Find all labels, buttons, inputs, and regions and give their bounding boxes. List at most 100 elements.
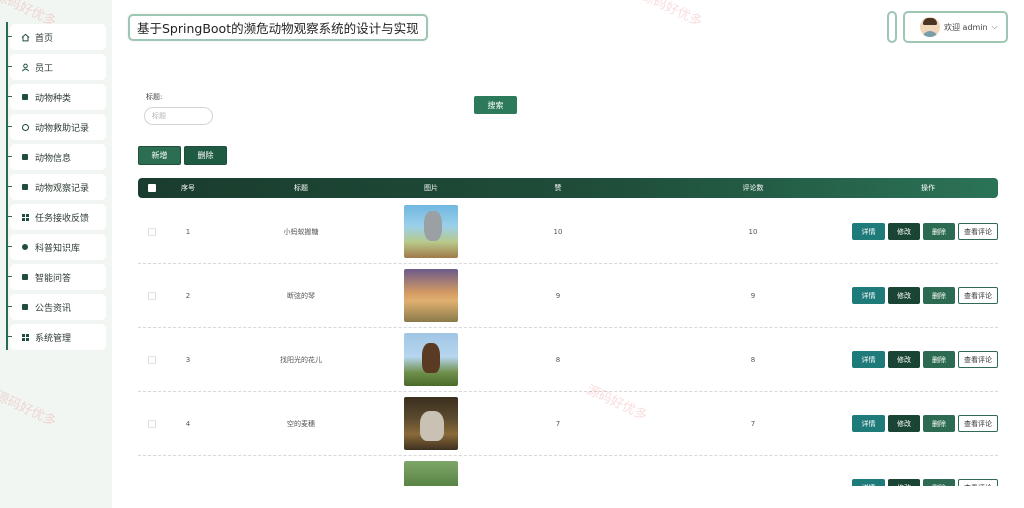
watermark: 源码好优多 [639,0,705,30]
detail-button[interactable]: 详情 [852,479,885,486]
landscape-photo[interactable] [404,461,458,486]
row-checkbox[interactable] [144,328,160,391]
row-actions: 详情 修改 删除 查看评论 [852,328,998,391]
row-image-cell [404,200,458,263]
edit-button[interactable]: 修改 [888,287,920,304]
sidebar-item-staff[interactable]: 员工 [6,54,106,80]
sidebar-item-animal-info[interactable]: 动物信息 [6,144,106,170]
row-likes: 9 [555,291,561,300]
row-title: 找阳光的花儿 [280,355,322,364]
app-root: 首页 员工 动物种类 动物救助记录 动物信息 动物观察记录 任务接收反馈 科普知… [0,0,1024,508]
sidebar-item-label: 任务接收反馈 [35,213,90,224]
table-row: 3 找阳光的花儿 8 8 详情 修改 删除 查看评论 [138,328,998,392]
sidebar-item-rescue-records[interactable]: 动物救助记录 [6,114,106,140]
view-comments-button[interactable]: 查看评论 [958,223,998,240]
goose-photo[interactable] [404,397,458,450]
detail-button[interactable]: 详情 [852,351,885,368]
row-comments: 7 [750,419,756,428]
sidebar-item-label: 公告资讯 [35,303,72,314]
sidebar-item-label: 动物信息 [35,153,72,164]
delete-button[interactable]: 删除 [923,415,955,432]
edit-button[interactable]: 修改 [888,223,920,240]
edit-button[interactable]: 修改 [888,479,920,486]
row-checkbox[interactable] [144,392,160,455]
edit-button[interactable]: 修改 [888,415,920,432]
search-input[interactable] [144,107,213,125]
eagle-photo[interactable] [404,333,458,386]
user-greeting: 欢迎 admin [944,22,988,32]
sidebar-item-task-feedback[interactable]: 任务接收反馈 [6,204,106,230]
view-comments-button[interactable]: 查看评论 [958,415,998,432]
column-header-title: 标题 [294,184,308,192]
search-button[interactable]: 搜索 [474,96,517,114]
row-likes: 8 [555,355,561,364]
user-menu[interactable]: 欢迎 admin ⌵ [903,11,1008,43]
delete-button[interactable]: 删除 [923,479,955,486]
table-header: 序号 标题 图片 赞 评论数 操作 [138,178,998,198]
savanna-animals-photo[interactable] [404,269,458,322]
book-icon [20,92,30,102]
row-image-cell [404,328,458,391]
row-index: 1 [185,227,191,236]
sidebar-item-observation-records[interactable]: 动物观察记录 [6,174,106,200]
detail-button[interactable]: 详情 [852,415,885,432]
select-all-checkbox[interactable] [144,178,160,198]
row-checkbox[interactable] [144,264,160,327]
delete-button[interactable]: 删除 [923,351,955,368]
settings-icon [20,332,30,342]
sidebar-menu: 首页 员工 动物种类 动物救助记录 动物信息 动物观察记录 任务接收反馈 科普知… [6,24,106,354]
avatar [920,17,940,37]
data-table: 序号 标题 图片 赞 评论数 操作 1 小蚂蚁搬糖 10 10 详情 修改 删除… [133,176,1001,486]
view-comments-button[interactable]: 查看评论 [958,479,998,486]
row-likes: 10 [553,227,563,236]
row-index: 3 [185,355,191,364]
row-title: 小蚂蚁搬糖 [283,227,319,236]
sidebar-item-label: 系统管理 [35,333,72,344]
column-header-likes: 赞 [554,184,562,192]
row-index: 4 [185,419,191,428]
page-title: 基于SpringBoot的濒危动物观察系统的设计与实现 [128,14,428,41]
search-label: 标题: [146,93,163,101]
row-actions: 详情 修改 删除 查看评论 [852,264,998,327]
sidebar-item-label: 动物观察记录 [35,183,90,194]
batch-delete-button[interactable]: 删除 [184,146,227,165]
home-icon [20,32,30,42]
row-comments: 9 [750,291,756,300]
row-actions: 详情 修改 删除 查看评论 [852,200,998,263]
sidebar-item-home[interactable]: 首页 [6,24,106,50]
koala-photo[interactable] [404,205,458,258]
table-row: 1 小蚂蚁搬糖 10 10 详情 修改 删除 查看评论 [138,200,998,264]
sidebar-item-system-management[interactable]: 系统管理 [6,324,106,350]
row-checkbox[interactable] [144,200,160,263]
row-actions: 详情 修改 删除 查看评论 [852,392,998,455]
sidebar-item-label: 智能问答 [35,273,72,284]
rescue-icon [20,122,30,132]
column-header-comments: 评论数 [742,184,764,192]
chevron-down-icon: ⌵ [991,22,998,31]
row-likes: 7 [555,419,561,428]
view-comments-button[interactable]: 查看评论 [958,351,998,368]
detail-button[interactable]: 详情 [852,287,885,304]
qa-icon [20,272,30,282]
column-header-image: 图片 [424,184,438,192]
delete-button[interactable]: 删除 [923,287,955,304]
edit-button[interactable]: 修改 [888,351,920,368]
detail-button[interactable]: 详情 [852,223,885,240]
delete-button[interactable]: 删除 [923,223,955,240]
sidebar-item-label: 科普知识库 [35,243,81,254]
knowledge-icon [20,242,30,252]
sidebar-item-label: 员工 [35,63,54,74]
observe-icon [20,182,30,192]
sidebar-item-smart-qa[interactable]: 智能问答 [6,264,106,290]
sidebar-item-knowledge-base[interactable]: 科普知识库 [6,234,106,260]
user-icon [20,62,30,72]
column-header-actions: 操作 [921,184,935,192]
sidebar-item-announcements[interactable]: 公告资讯 [6,294,106,320]
sidebar-item-animal-species[interactable]: 动物种类 [6,84,106,110]
task-icon [20,212,30,222]
add-button[interactable]: 新增 [138,146,181,165]
header-collapse-toggle[interactable] [887,11,897,43]
view-comments-button[interactable]: 查看评论 [958,287,998,304]
row-title: 空的麦穗 [287,419,315,428]
row-index: 2 [185,291,191,300]
